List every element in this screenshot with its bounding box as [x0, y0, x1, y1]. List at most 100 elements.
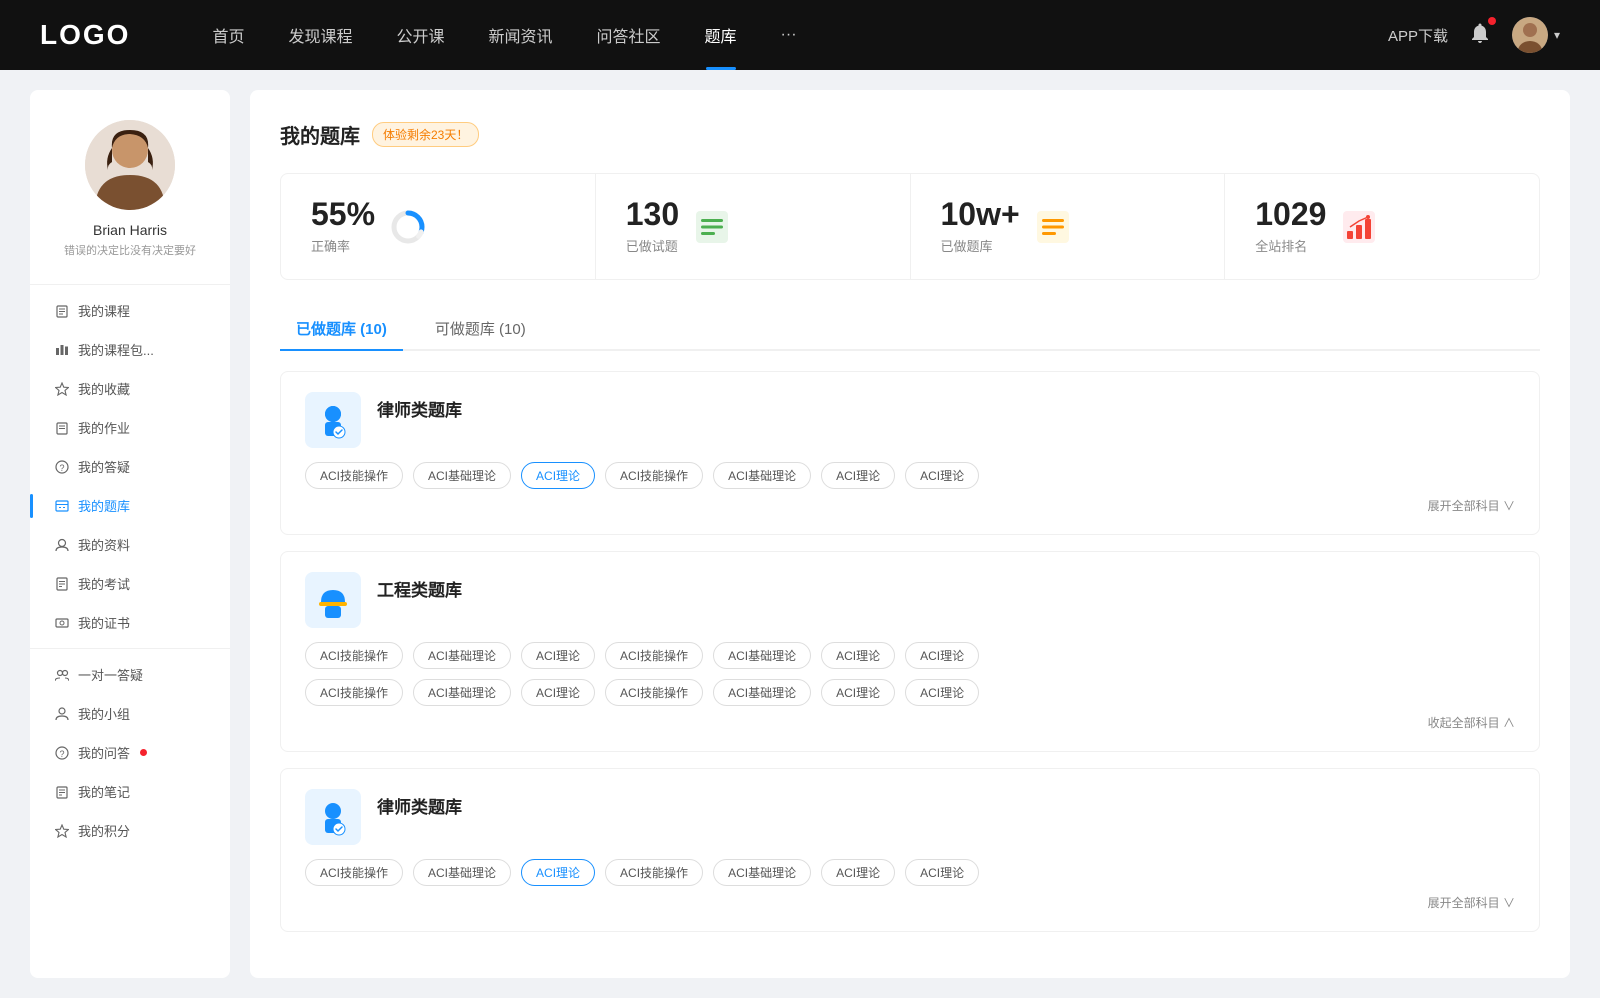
- stat-label-done-q: 已做试题: [626, 236, 679, 255]
- sidebar-item-my-qa[interactable]: ? 我的问答: [30, 733, 230, 772]
- bank-tag-3-6[interactable]: ACI理论: [905, 859, 979, 886]
- expand-btn-3[interactable]: 展开全部科目 ∨: [1428, 894, 1515, 911]
- bank-tag-2-7[interactable]: ACI技能操作: [305, 679, 403, 706]
- expand-btn-2[interactable]: 收起全部科目 ∧: [1428, 714, 1515, 731]
- favorites-icon: [54, 381, 70, 397]
- bank-footer-3: 展开全部科目 ∨: [305, 894, 1515, 911]
- bank-tag-1-4[interactable]: ACI基础理论: [713, 462, 811, 489]
- nav-discover[interactable]: 发现课程: [266, 0, 374, 70]
- tab-available-banks[interactable]: 可做题库 (10): [419, 308, 542, 349]
- sidebar-item-my-notes[interactable]: 我的笔记: [30, 772, 230, 811]
- stat-done-banks: 10w+ 已做题库: [911, 174, 1226, 279]
- bank-tag-1-6[interactable]: ACI理论: [905, 462, 979, 489]
- bank-tag-2-11[interactable]: ACI基础理论: [713, 679, 811, 706]
- sidebar-item-my-points[interactable]: 我的积分: [30, 811, 230, 850]
- nav-openclass[interactable]: 公开课: [374, 0, 466, 70]
- bank-tag-2-4[interactable]: ACI基础理论: [713, 642, 811, 669]
- bank-tag-1-1[interactable]: ACI基础理论: [413, 462, 511, 489]
- user-avatar-nav[interactable]: ▾: [1512, 17, 1560, 53]
- sidebar: Brian Harris 错误的决定比没有决定要好 我的课程 我的课程包...: [30, 90, 230, 978]
- my-group-icon: [54, 706, 70, 722]
- stat-rank: 1029 全站排名: [1225, 174, 1539, 279]
- bank-tag-2-0[interactable]: ACI技能操作: [305, 642, 403, 669]
- nav-avatar-img: [1512, 17, 1548, 53]
- nav-links: 首页 发现课程 公开课 新闻资讯 问答社区 题库 ···: [190, 0, 1388, 70]
- bank-card-engineer: 工程类题库 ACI技能操作 ACI基础理论 ACI理论 ACI技能操作 ACI基…: [280, 551, 1540, 752]
- sidebar-item-certificate[interactable]: 我的证书: [30, 603, 230, 642]
- nav-qa[interactable]: 问答社区: [575, 0, 683, 70]
- sidebar-item-questions[interactable]: ? 我的答疑: [30, 447, 230, 486]
- sidebar-label-my-group: 我的小组: [78, 704, 130, 723]
- tab-done-banks[interactable]: 已做题库 (10): [280, 308, 403, 349]
- bank-tag-3-4[interactable]: ACI基础理论: [713, 859, 811, 886]
- bank-tag-3-1[interactable]: ACI基础理论: [413, 859, 511, 886]
- sidebar-item-my-exam[interactable]: 我的考试: [30, 564, 230, 603]
- sidebar-label-course-pack: 我的课程包...: [78, 340, 154, 359]
- sidebar-label-my-notes: 我的笔记: [78, 782, 130, 801]
- nav-more[interactable]: ···: [759, 0, 819, 70]
- my-qa-icon: ?: [54, 745, 70, 761]
- bank-icon-engineer: [305, 572, 361, 628]
- bank-tag-2-1[interactable]: ACI基础理论: [413, 642, 511, 669]
- sidebar-item-my-bank[interactable]: 我的题库: [30, 486, 230, 525]
- bank-tag-3-0[interactable]: ACI技能操作: [305, 859, 403, 886]
- sidebar-item-my-group[interactable]: 我的小组: [30, 694, 230, 733]
- sidebar-label-my-data: 我的资料: [78, 535, 130, 554]
- bank-tag-3-3[interactable]: ACI技能操作: [605, 859, 703, 886]
- stat-label-rank: 全站排名: [1255, 236, 1326, 255]
- bank-tag-2-12[interactable]: ACI理论: [821, 679, 895, 706]
- bank-tag-2-8[interactable]: ACI基础理论: [413, 679, 511, 706]
- done-questions-icon: [693, 208, 731, 246]
- nav-questionbank[interactable]: 题库: [683, 0, 759, 70]
- nav-home[interactable]: 首页: [190, 0, 266, 70]
- bank-tag-2-3[interactable]: ACI技能操作: [605, 642, 703, 669]
- bank-tags-2-row1: ACI技能操作 ACI基础理论 ACI理论 ACI技能操作 ACI基础理论 AC…: [305, 642, 1515, 669]
- expand-btn-1[interactable]: 展开全部科目 ∨: [1428, 497, 1515, 514]
- trial-badge: 体验剩余23天！: [372, 122, 479, 147]
- bank-tags-1: ACI技能操作 ACI基础理论 ACI理论 ACI技能操作 ACI基础理论 AC…: [305, 462, 1515, 489]
- my-course-icon: [54, 303, 70, 319]
- nav-news[interactable]: 新闻资讯: [467, 0, 575, 70]
- bank-tag-3-5[interactable]: ACI理论: [821, 859, 895, 886]
- bank-tag-2-9[interactable]: ACI理论: [521, 679, 595, 706]
- sidebar-item-homework[interactable]: 我的作业: [30, 408, 230, 447]
- stat-accuracy: 55% 正确率: [281, 174, 596, 279]
- bank-tag-1-2[interactable]: ACI理论: [521, 462, 595, 489]
- logo[interactable]: LOGO: [40, 19, 130, 51]
- bank-tag-2-10[interactable]: ACI技能操作: [605, 679, 703, 706]
- bank-tag-1-3[interactable]: ACI技能操作: [605, 462, 703, 489]
- navbar: LOGO 首页 发现课程 公开课 新闻资讯 问答社区 题库 ··· APP下载 …: [0, 0, 1600, 70]
- sidebar-item-favorites[interactable]: 我的收藏: [30, 369, 230, 408]
- rank-icon: [1340, 208, 1378, 246]
- bank-tag-2-6[interactable]: ACI理论: [905, 642, 979, 669]
- bank-icon-lawyer-2: [305, 789, 361, 845]
- nav-right: APP下载 ▾: [1388, 17, 1560, 53]
- bank-tag-2-13[interactable]: ACI理论: [905, 679, 979, 706]
- sidebar-divider-1: [30, 284, 230, 285]
- stat-done-questions: 130 已做试题: [596, 174, 911, 279]
- sidebar-motto: 错误的决定比没有决定要好: [54, 242, 206, 258]
- bank-tag-1-0[interactable]: ACI技能操作: [305, 462, 403, 489]
- sidebar-label-my-qa: 我的问答: [78, 743, 130, 762]
- sidebar-label-certificate: 我的证书: [78, 613, 130, 632]
- sidebar-label-one-on-one: 一对一答疑: [78, 665, 143, 684]
- sidebar-item-one-on-one[interactable]: 一对一答疑: [30, 655, 230, 694]
- sidebar-label-favorites: 我的收藏: [78, 379, 130, 398]
- bank-tag-3-2[interactable]: ACI理论: [521, 859, 595, 886]
- stat-value-rank: 1029: [1255, 198, 1326, 230]
- my-data-icon: [54, 537, 70, 553]
- sidebar-user-name: Brian Harris: [93, 222, 167, 238]
- bank-tag-2-2[interactable]: ACI理论: [521, 642, 595, 669]
- bank-tag-1-5[interactable]: ACI理论: [821, 462, 895, 489]
- bank-tag-2-5[interactable]: ACI理论: [821, 642, 895, 669]
- sidebar-item-course-pack[interactable]: 我的课程包...: [30, 330, 230, 369]
- notification-bell[interactable]: [1468, 21, 1492, 50]
- page-header: 我的题库 体验剩余23天！: [280, 120, 1540, 149]
- app-download-link[interactable]: APP下载: [1388, 25, 1448, 46]
- sidebar-label-my-course: 我的课程: [78, 301, 130, 320]
- sidebar-item-my-data[interactable]: 我的资料: [30, 525, 230, 564]
- my-bank-icon: [54, 498, 70, 514]
- page-body: Brian Harris 错误的决定比没有决定要好 我的课程 我的课程包...: [0, 70, 1600, 998]
- sidebar-item-my-course[interactable]: 我的课程: [30, 291, 230, 330]
- bank-card-lawyer-1: 律师类题库 ACI技能操作 ACI基础理论 ACI理论 ACI技能操作 ACI基…: [280, 371, 1540, 535]
